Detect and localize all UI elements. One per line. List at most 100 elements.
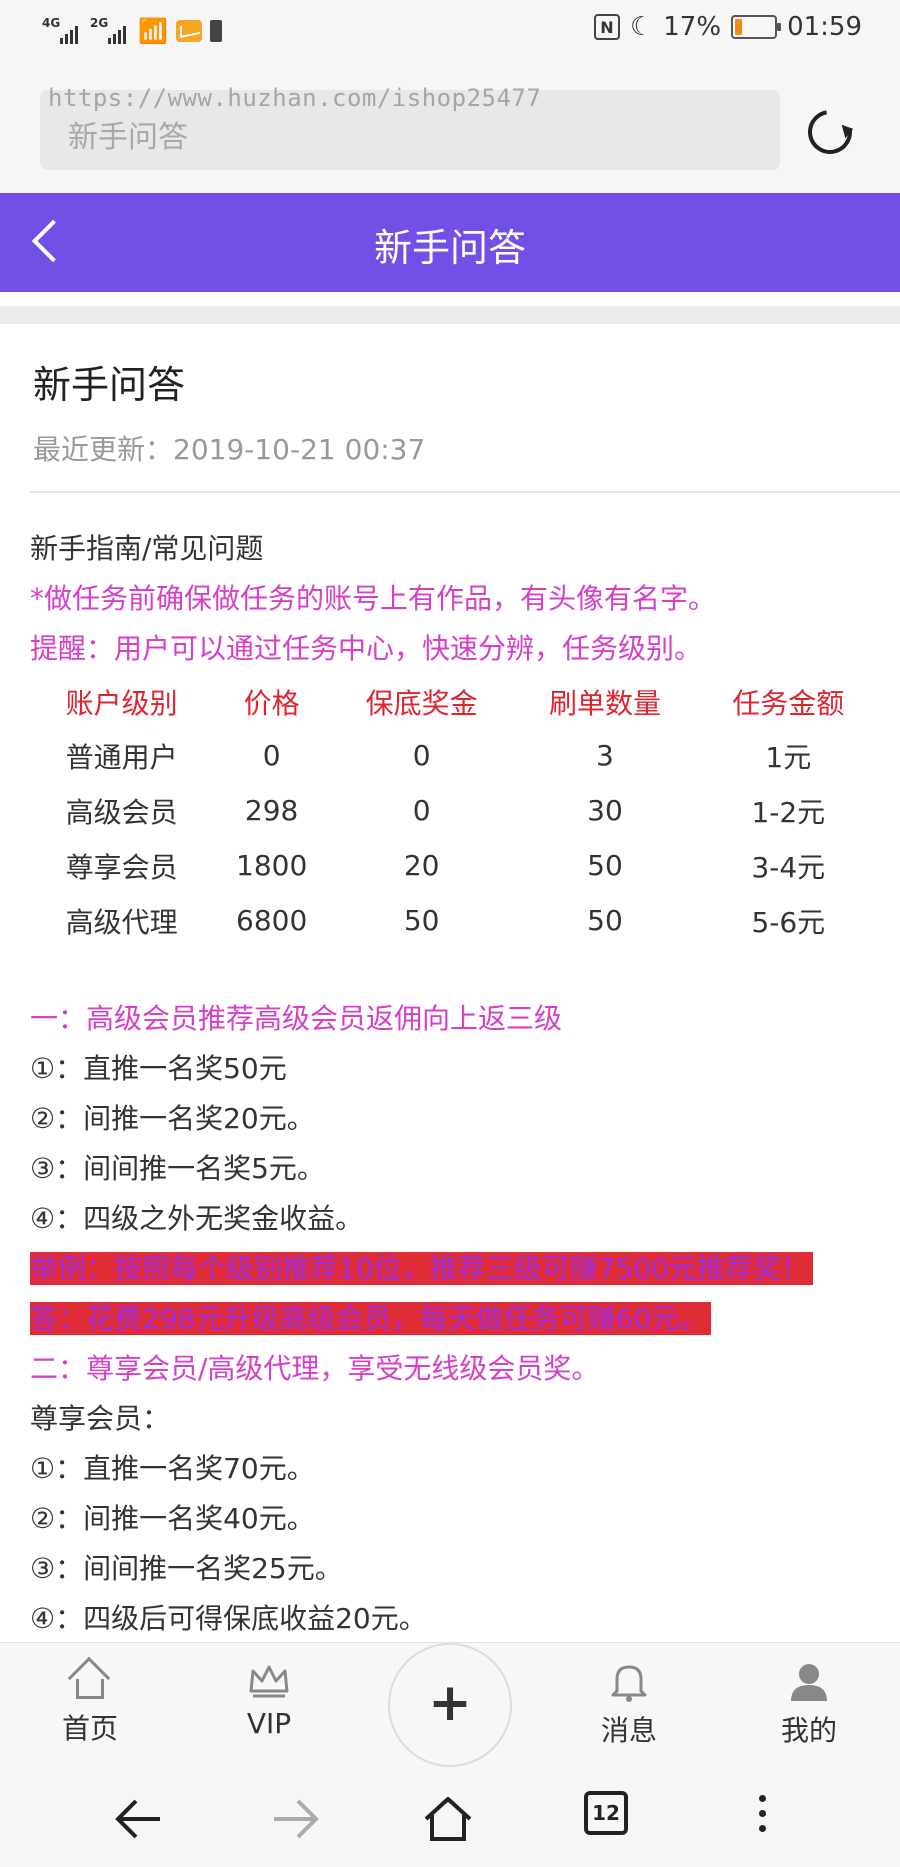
table-cell: 5-6元 [751,905,826,939]
browser-forward-button[interactable] [268,1791,328,1847]
signal-icon-sim1: 4G [42,14,82,48]
add-button[interactable]: + [388,1643,512,1767]
section-2-title: 二：尊享会员/高级代理，享受无线级会员奖。 [30,1352,600,1385]
list-item: ②：间推一名奖40元。 [30,1502,315,1535]
bell-icon [574,1661,684,1703]
article-updated: 最近更新：2019-10-21 00:37 [33,433,426,466]
network-type-sim1: 4G [42,16,61,30]
list-item: ④：四级之外无奖金收益。 [30,1202,364,1235]
network-type-sim2: 2G [90,16,109,30]
crown-icon [247,1661,291,1701]
wifi-icon: 📶 [138,17,168,45]
section-divider-band [0,306,900,324]
intro-text: 新手指南/常见问题 [30,532,264,565]
table-cell: 298 [244,794,299,827]
system-nav-bar: 12 [0,1767,900,1867]
divider [30,491,900,493]
table-cell: 0 [412,739,431,772]
browser-toolbar: 新手问答 https://www.huzhan.com/ishop25477 [0,66,900,193]
nav-home-label: 首页 [61,1712,118,1745]
example-highlight: 举例：按照每个级别推荐10位，推荐三级可赚7500元推荐奖！ [30,1252,813,1285]
article-title: 新手问答 [33,363,186,407]
tabs-button[interactable]: 12 [584,1791,644,1847]
table-cell: 20 [403,849,440,882]
table-cell: 高级会员 [65,795,178,829]
browser-back-button[interactable] [110,1791,170,1847]
clock: 01:59 [787,12,862,42]
table-cell: 尊享会员 [65,850,178,884]
answer-highlight: 答：花费298元升级高级会员，每天做任务可赚60元。 [30,1302,712,1335]
battery-percent: 17% [663,12,722,42]
table-cell: 1-2元 [751,795,826,829]
table-cell: 50 [587,849,623,882]
arrow-left-icon [115,1799,160,1839]
notice-1: *做任务前确保做任务的账号上有作品，有头像有名字。 [30,582,717,615]
more-vertical-icon [734,1791,790,1832]
table-cell: 1800 [236,849,308,882]
col-header: 保底奖金 [365,687,478,720]
moon-icon: ☾ [629,12,654,42]
article: 新手问答 最近更新：2019-10-21 00:37 新手指南/常见问题 *做任… [0,324,900,1642]
table-cell: 0 [262,739,281,772]
header-title: 新手问答 [373,226,526,270]
nav-mine-label: 我的 [780,1714,837,1747]
table-cell: 3-4元 [751,850,826,884]
more-menu-button[interactable] [734,1791,790,1847]
battery-fill [735,19,743,35]
nfc-icon: N [593,14,620,40]
status-bar: 4G 2G 📶 N ☾ 17% 01:59 [0,0,900,66]
article-body: 新手指南/常见问题 *做任务前确保做任务的账号上有作品，有头像有名字。 提醒：用… [30,524,880,1642]
table-cell: 高级代理 [65,905,178,939]
nav-vip-label: VIP [246,1707,292,1740]
signal-icon-sim2: 2G [90,14,130,48]
refresh-icon[interactable] [799,101,861,163]
col-header: 账户级别 [65,687,178,720]
table-row: 尊享会员 1800 20 50 3-4元 [30,838,880,893]
nav-messages-label: 消息 [600,1714,657,1747]
status-right: N ☾ 17% 01:59 [593,12,862,42]
list-item: ①：直推一名奖70元。 [30,1452,315,1485]
col-header: 任务金额 [732,687,845,720]
battery-alert-icon [209,20,222,42]
table-cell: 3 [596,739,614,772]
list-item: ②：间推一名奖20元。 [30,1102,315,1135]
table-cell: 50 [403,904,440,937]
tabs-count-icon: 12 [584,1791,628,1835]
home-outline-icon [424,1797,472,1841]
section-1-title: 一：高级会员推荐高级会员返佣向上返三级 [30,1002,563,1035]
col-header: 刷单数量 [548,687,661,720]
table-header-row: 账户级别 价格 保底奖金 刷单数量 任务金额 [30,676,880,728]
address-text: 新手问答 [68,120,188,155]
table-cell: 普通用户 [65,740,178,774]
plus-icon: + [428,1673,472,1733]
list-item: ①：直推一名奖50元 [30,1052,287,1085]
col-header: 价格 [243,687,300,720]
table-cell: 30 [587,794,623,827]
list-item: ③：间间推一名奖5元。 [30,1152,325,1185]
header-gap [0,292,900,306]
mail-notification-icon [175,20,202,42]
account-level-table: 账户级别 价格 保底奖金 刷单数量 任务金额 普通用户 0 0 3 1元 高级会… [30,676,880,948]
section-2-subtitle: 尊享会员： [30,1402,171,1435]
table-row: 普通用户 0 0 3 1元 [30,728,880,783]
user-icon [754,1661,864,1703]
table-cell: 0 [412,794,431,827]
nav-vip[interactable]: VIP [214,1661,324,1740]
url-watermark: https://www.huzhan.com/ishop25477 [48,84,542,112]
nav-messages[interactable]: 消息 [574,1661,684,1749]
table-cell: 1元 [765,740,812,774]
list-item: ④：四级后可得保底收益20元。 [30,1602,427,1635]
nav-home[interactable]: 首页 [35,1656,145,1747]
browser-home-button[interactable] [420,1791,480,1847]
table-row: 高级代理 6800 50 50 5-6元 [30,893,880,948]
list-item: ③：间间推一名奖25元。 [30,1552,343,1585]
home-icon [67,1656,111,1701]
arrow-right-icon [274,1799,319,1839]
notice-2: 提醒：用户可以通过任务中心，快速分辨，任务级别。 [30,632,703,665]
nav-mine[interactable]: 我的 [754,1661,864,1749]
table-cell: 50 [587,904,623,937]
table-row: 高级会员 298 0 30 1-2元 [30,783,880,838]
battery-icon [731,15,782,39]
status-left: 4G 2G 📶 [42,14,222,48]
